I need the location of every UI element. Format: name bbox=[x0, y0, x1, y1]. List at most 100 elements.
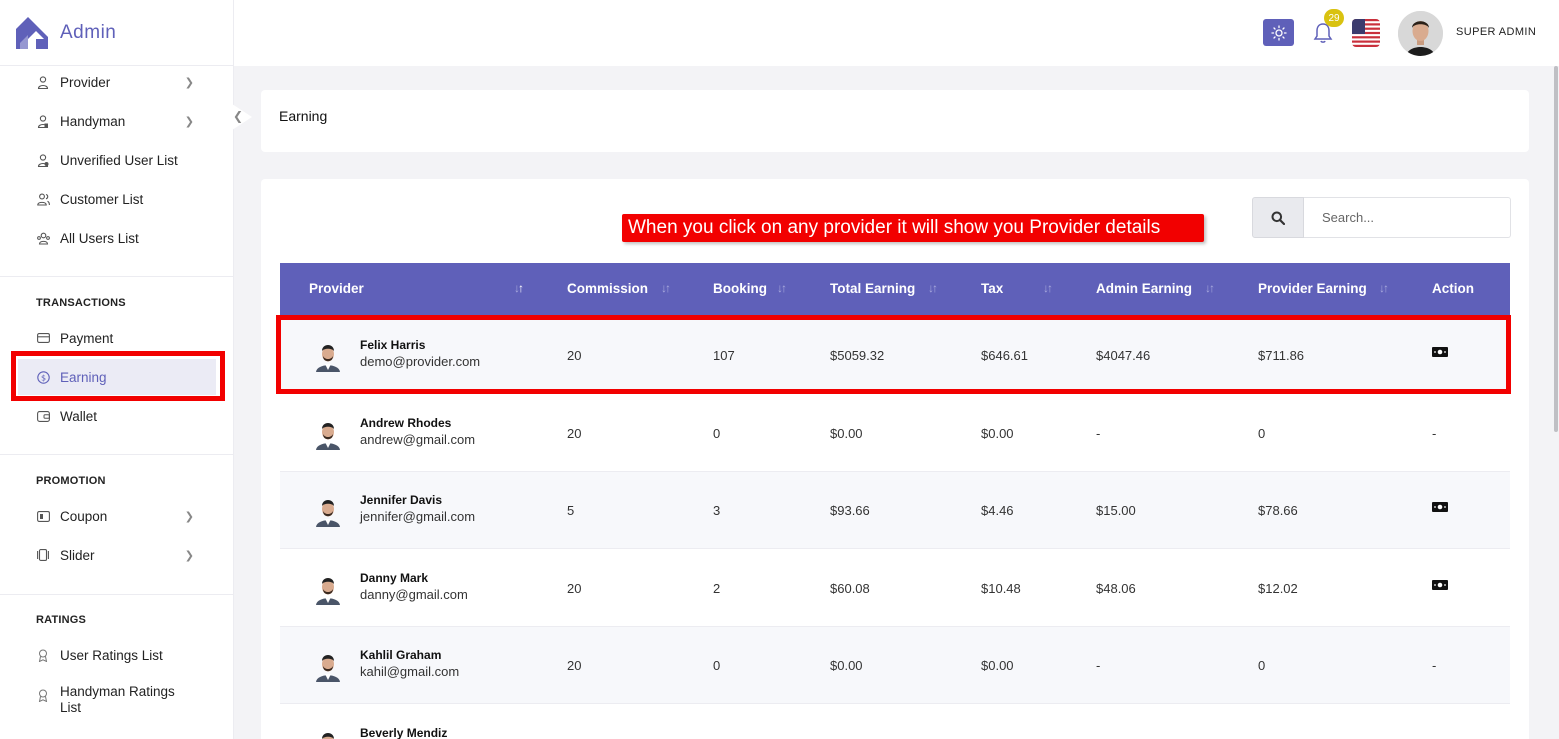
sidebar-item-label: All Users List bbox=[60, 230, 139, 246]
chevron-left-icon: ❮ bbox=[233, 109, 244, 123]
chevron-right-icon: ❯ bbox=[184, 76, 194, 89]
cash-icon[interactable] bbox=[1432, 502, 1448, 512]
user-unverified-icon bbox=[36, 153, 50, 167]
sort-icon[interactable]: ↓↑ bbox=[928, 281, 938, 295]
sidebar-item-label: Wallet bbox=[60, 408, 98, 424]
table-row[interactable]: Kahlil Graham kahil@gmail.com 20 0 $0.00… bbox=[280, 627, 1510, 704]
commission-cell: 20 bbox=[567, 426, 582, 441]
sidebar-item-all-users[interactable]: All Users List bbox=[18, 220, 216, 256]
page-scrollbar[interactable] bbox=[1554, 66, 1558, 432]
sort-icon[interactable]: ↓↑ bbox=[661, 281, 671, 295]
sidebar-item-user-ratings[interactable]: User Ratings List bbox=[18, 637, 216, 673]
total-earning-cell: $0.00 bbox=[830, 658, 863, 673]
sidebar-item-label: Payment bbox=[60, 330, 114, 346]
column-header-total-earning[interactable]: Total Earning bbox=[830, 281, 915, 296]
booking-cell: 0 bbox=[713, 658, 721, 673]
provider-name[interactable]: Danny Mark bbox=[360, 571, 428, 585]
sidebar-item-handyman-ratings[interactable]: Handyman Ratings List bbox=[18, 684, 216, 720]
sidebar-item-handyman[interactable]: Handyman ❯ bbox=[18, 103, 216, 139]
user-avatar[interactable] bbox=[1398, 11, 1443, 56]
table-row[interactable]: Andrew Rhodes andrew@gmail.com 20 0 $0.0… bbox=[280, 395, 1510, 472]
theme-toggle-button[interactable] bbox=[1263, 19, 1294, 46]
sidebar-item-provider[interactable]: Provider ❯ bbox=[18, 64, 216, 100]
sidebar-item-label: Unverified User List bbox=[60, 152, 178, 168]
brand-name: Admin bbox=[60, 21, 117, 43]
user-name[interactable]: SUPER ADMIN bbox=[1456, 26, 1536, 38]
tax-cell: $4.46 bbox=[981, 503, 1014, 518]
highlight-box-earning bbox=[11, 351, 225, 401]
divider bbox=[0, 594, 234, 595]
total-earning-cell: $60.08 bbox=[830, 581, 870, 596]
tax-cell: $0.00 bbox=[981, 658, 1014, 673]
table-row[interactable]: Danny Mark danny@gmail.com 20 2 $60.08 $… bbox=[280, 550, 1510, 627]
provider-avatar bbox=[316, 423, 340, 450]
search-button[interactable] bbox=[1252, 197, 1304, 238]
column-header-booking[interactable]: Booking bbox=[713, 281, 767, 296]
sidebar-item-coupon[interactable]: Coupon ❯ bbox=[18, 498, 216, 534]
admin-earning-cell: - bbox=[1096, 426, 1101, 441]
table-row[interactable]: Jennifer Davis jennifer@gmail.com 5 3 $9… bbox=[280, 472, 1510, 549]
tax-cell: $10.48 bbox=[981, 581, 1021, 596]
provider-avatar bbox=[316, 655, 340, 682]
slider-icon bbox=[36, 548, 50, 562]
cash-icon[interactable] bbox=[1432, 580, 1448, 590]
divider bbox=[0, 276, 234, 277]
provider-earning-cell: 0 bbox=[1258, 426, 1266, 441]
sidebar-item-label: Provider bbox=[60, 74, 111, 90]
sidebar-item-label: Slider bbox=[60, 547, 95, 563]
provider-name[interactable]: Kahlil Graham bbox=[360, 648, 441, 662]
provider-avatar bbox=[316, 578, 340, 605]
sidebar-item-label: Handyman Ratings List bbox=[60, 684, 175, 715]
sort-icon[interactable]: ↓↑ bbox=[777, 281, 787, 295]
column-header-commission[interactable]: Commission bbox=[567, 281, 648, 296]
page-title-card: Earning bbox=[261, 90, 1529, 152]
column-header-admin-earning[interactable]: Admin Earning bbox=[1096, 281, 1192, 296]
provider-earning-cell: $78.66 bbox=[1258, 503, 1298, 518]
brand[interactable]: Admin bbox=[0, 0, 233, 66]
logo-icon bbox=[16, 16, 48, 49]
us-flag-icon[interactable] bbox=[1352, 19, 1380, 47]
column-header-tax[interactable]: Tax bbox=[981, 281, 1003, 296]
sort-icon[interactable]: ↓↑ bbox=[1379, 281, 1389, 295]
sidebar-item-label: Customer List bbox=[60, 191, 144, 207]
provider-email: andrew@gmail.com bbox=[360, 432, 476, 447]
sun-icon bbox=[1270, 24, 1287, 41]
column-header-provider-earning[interactable]: Provider Earning bbox=[1258, 281, 1367, 296]
provider-earning-cell: $12.02 bbox=[1258, 581, 1298, 596]
sidebar-item-label: User Ratings List bbox=[60, 647, 163, 663]
sidebar-item-wallet[interactable]: Wallet bbox=[18, 398, 216, 434]
annotation-callout: When you click on any provider it will s… bbox=[622, 214, 1204, 242]
column-header-provider[interactable]: Provider bbox=[309, 281, 364, 296]
sort-icon[interactable]: ↓↑ bbox=[1205, 281, 1215, 295]
search-input[interactable] bbox=[1304, 197, 1511, 238]
notification-badge: 29 bbox=[1324, 9, 1344, 27]
booking-cell: 0 bbox=[713, 426, 721, 441]
total-earning-cell: $0.00 bbox=[830, 426, 863, 441]
admin-earning-cell: $15.00 bbox=[1096, 503, 1136, 518]
commission-cell: 5 bbox=[567, 503, 575, 518]
provider-email: kahil@gmail.com bbox=[360, 664, 460, 679]
sidebar-item-customer-list[interactable]: Customer List bbox=[18, 181, 216, 217]
provider-name[interactable]: Jennifer Davis bbox=[360, 493, 442, 507]
coupon-icon bbox=[36, 509, 50, 523]
booking-cell: 3 bbox=[713, 503, 721, 518]
sidebar-item-slider[interactable]: Slider ❯ bbox=[18, 537, 216, 573]
search-icon bbox=[1271, 211, 1285, 225]
admin-earning-cell: $48.06 bbox=[1096, 581, 1136, 596]
sort-icon[interactable]: ↓↑ bbox=[514, 281, 524, 295]
chevron-right-icon: ❯ bbox=[184, 115, 194, 128]
provider-email: jennifer@gmail.com bbox=[360, 509, 476, 524]
section-title-promotion: PROMOTION bbox=[36, 475, 106, 487]
wallet-icon bbox=[36, 409, 50, 423]
sidebar-item-label: Handyman bbox=[60, 113, 126, 129]
provider-name[interactable]: Andrew Rhodes bbox=[360, 416, 451, 430]
commission-cell: 20 bbox=[567, 658, 582, 673]
sort-icon[interactable]: ↓↑ bbox=[1043, 281, 1053, 295]
provider-name[interactable]: Beverly Mendiz bbox=[360, 726, 447, 739]
table-row[interactable]: Beverly Mendiz bbox=[280, 705, 1510, 739]
sidebar-item-unverified-users[interactable]: Unverified User List bbox=[18, 142, 216, 178]
rating-icon bbox=[36, 688, 50, 702]
action-cell: - bbox=[1432, 426, 1437, 441]
provider-avatar bbox=[316, 500, 340, 527]
total-earning-cell: $93.66 bbox=[830, 503, 870, 518]
